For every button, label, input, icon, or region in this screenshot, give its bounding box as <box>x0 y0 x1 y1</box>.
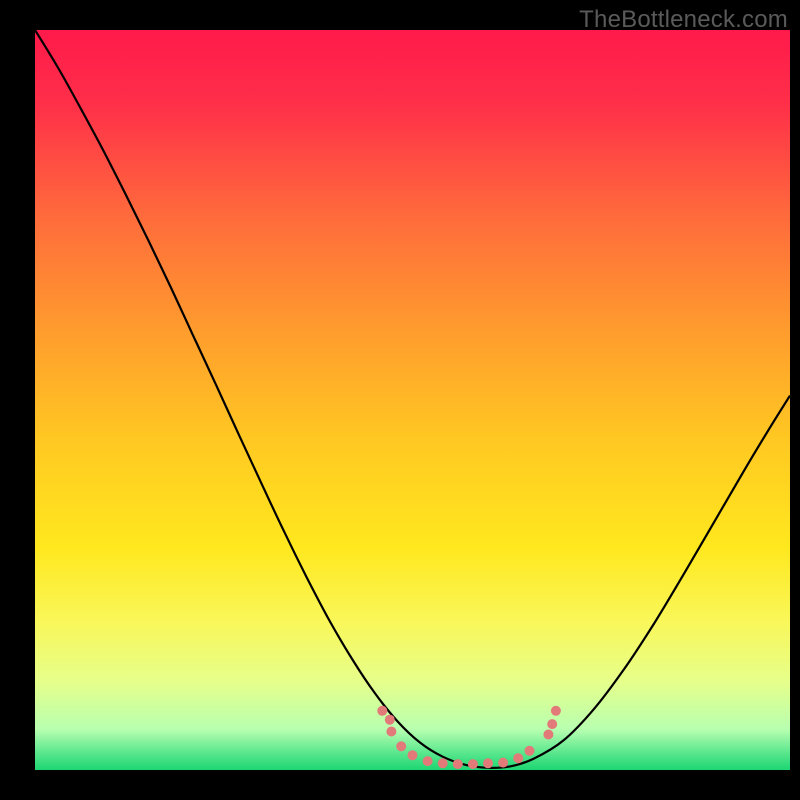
background-gradient <box>35 30 790 770</box>
plot-area <box>35 30 790 770</box>
chart-container: TheBottleneck.com <box>0 0 800 800</box>
